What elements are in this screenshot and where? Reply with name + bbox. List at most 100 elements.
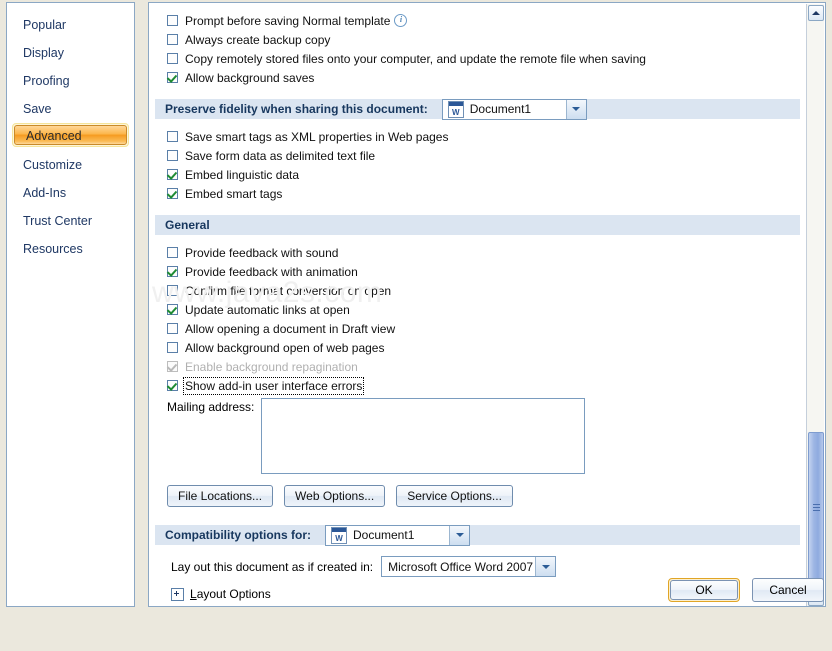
checkbox-label: Provide feedback with sound: [185, 245, 339, 260]
preserve-fidelity-label: Preserve fidelity when sharing this docu…: [165, 102, 428, 116]
compatibility-document-value: Document1: [353, 528, 415, 542]
checkbox-label: Save form data as delimited text file: [185, 148, 376, 163]
compatibility-document-combo[interactable]: Document1: [325, 524, 470, 546]
checkbox-row[interactable]: Embed linguistic data: [149, 165, 806, 184]
chevron-down-icon[interactable]: [449, 525, 469, 545]
mailing-address-label: Mailing address:: [167, 400, 255, 414]
info-icon[interactable]: i: [394, 14, 408, 27]
layout-options-label: Layout Options: [190, 587, 271, 601]
checkbox-icon[interactable]: [167, 266, 178, 277]
checkbox-label: Confirm file format conversion on open: [185, 283, 392, 298]
service-options-button[interactable]: Service Options...: [396, 485, 513, 507]
sidebar-item-proofing[interactable]: Proofing: [7, 67, 134, 95]
sidebar-item-label: Save: [23, 102, 52, 116]
checkbox-icon[interactable]: [167, 380, 178, 391]
checkbox-row[interactable]: Save form data as delimited text file: [149, 146, 806, 165]
checkbox-row[interactable]: Show add-in user interface errors: [149, 376, 806, 395]
chevron-down-icon[interactable]: [535, 557, 556, 576]
checkbox-icon[interactable]: [167, 53, 178, 64]
web-options-button[interactable]: Web Options...: [284, 485, 386, 507]
plus-expander-icon[interactable]: [171, 587, 184, 601]
sidebar-selection-highlight: Advanced: [12, 123, 129, 147]
checkbox-label: Allow background saves: [185, 70, 315, 85]
checkbox-row[interactable]: Confirm file format conversion on open: [149, 281, 806, 300]
sidebar-item-label: Add-Ins: [23, 186, 67, 200]
word-options-dialog: { "sidebar": { "items": [ { "label": "Po…: [0, 0, 832, 651]
preserve-fidelity-document-combo[interactable]: Document1: [441, 98, 587, 120]
checkbox-row[interactable]: Save smart tags as XML properties in Web…: [149, 127, 806, 146]
sidebar-item-popular[interactable]: Popular: [7, 11, 134, 39]
options-category-list[interactable]: Popular Display Proofing Save Advanced Custom…: [6, 2, 135, 607]
checkbox-icon[interactable]: [167, 169, 178, 180]
general-label: General: [165, 218, 210, 232]
layout-compatibility-value: Microsoft Office Word 2007: [388, 559, 534, 574]
checkbox-label: Prompt before saving Normal template: [185, 13, 391, 28]
checkbox-row[interactable]: Enable background repagination: [149, 357, 806, 376]
checkbox-row[interactable]: Embed smart tags: [149, 184, 806, 203]
checkbox-row[interactable]: Provide feedback with sound: [149, 243, 806, 262]
chevron-down-icon[interactable]: [565, 99, 586, 119]
save-options-group: Prompt before saving Normal template i Alw…: [149, 11, 806, 87]
layout-compatibility-label: Lay out this document as if created in:: [171, 559, 374, 574]
checkbox-row[interactable]: Allow background saves: [149, 68, 806, 87]
layout-compatibility-combo[interactable]: Microsoft Office Word 2007: [381, 556, 557, 577]
sidebar-item-label: Proofing: [23, 74, 70, 88]
checkbox-row[interactable]: Update automatic links at open: [149, 300, 806, 319]
general-buttons-row: File Locations... Web Options... Service O…: [149, 485, 806, 507]
ok-button-glow: OK: [668, 578, 740, 602]
ok-button[interactable]: OK: [670, 580, 738, 600]
checkbox-row[interactable]: Allow opening a document in Draft view: [149, 319, 806, 338]
checkbox-label: Embed linguistic data: [185, 167, 300, 182]
layout-options-text: ayout Options: [196, 587, 271, 601]
checkbox-row[interactable]: Provide feedback with animation: [149, 262, 806, 281]
checkbox-icon[interactable]: [167, 34, 178, 45]
sidebar-item-label: Display: [23, 46, 64, 60]
checkbox-icon[interactable]: [167, 72, 178, 83]
checkbox-row[interactable]: Prompt before saving Normal template i: [149, 11, 806, 30]
checkbox-row[interactable]: Allow background open of web pages: [149, 338, 806, 357]
sidebar-item-customize[interactable]: Customize: [7, 151, 134, 179]
checkbox-icon[interactable]: [167, 285, 178, 296]
content-scrollbar[interactable]: [806, 4, 824, 606]
checkbox-icon[interactable]: [167, 15, 178, 26]
checkbox-icon[interactable]: [167, 342, 178, 353]
sidebar-item-advanced[interactable]: Advanced: [7, 123, 134, 151]
checkbox-icon[interactable]: [167, 247, 178, 258]
checkbox-label: Copy remotely stored files onto your com…: [185, 51, 646, 66]
word-document-icon: [331, 526, 347, 544]
sidebar-item-label: Popular: [23, 18, 67, 32]
checkbox-label: Embed smart tags: [185, 186, 283, 201]
checkbox-icon[interactable]: [167, 304, 178, 315]
preserve-fidelity-options-group: Save smart tags as XML properties in Web…: [149, 127, 806, 203]
file-locations-button[interactable]: File Locations...: [167, 485, 274, 507]
checkbox-label: Update automatic links at open: [185, 302, 350, 317]
scrollbar-thumb[interactable]: [808, 432, 824, 584]
checkbox-label: Save smart tags as XML properties in Web…: [185, 129, 449, 144]
sidebar-item-add-ins[interactable]: Add-Ins: [7, 179, 134, 207]
checkbox-row[interactable]: Always create backup copy: [149, 30, 806, 49]
sidebar-item-resources[interactable]: Resources: [7, 235, 134, 263]
checkbox-row[interactable]: Copy remotely stored files onto your com…: [149, 49, 806, 68]
mailing-address-input[interactable]: [261, 398, 585, 474]
checkbox-label: Enable background repagination: [185, 359, 358, 374]
advanced-options-content: Prompt before saving Normal template i Alw…: [149, 3, 806, 606]
checkbox-icon[interactable]: [167, 131, 178, 142]
checkbox-icon[interactable]: [167, 150, 178, 161]
word-document-icon: [447, 100, 464, 118]
sidebar-item-display[interactable]: Display: [7, 39, 134, 67]
compatibility-label: Compatibility options for:: [165, 528, 311, 542]
sidebar-item-label: Trust Center: [23, 214, 93, 228]
checkbox-icon[interactable]: [167, 188, 178, 199]
sidebar-item-trust-center[interactable]: Trust Center: [7, 207, 134, 235]
sidebar-item-save[interactable]: Save: [7, 95, 134, 123]
scrollbar-grip-icon: [813, 504, 820, 512]
mailing-address-row: Mailing address:: [149, 398, 806, 474]
compatibility-band: Compatibility options for: Document1: [155, 524, 800, 546]
scroll-up-button[interactable]: [808, 5, 824, 21]
checkbox-icon[interactable]: [167, 323, 178, 334]
cancel-button[interactable]: Cancel: [752, 578, 824, 602]
advanced-options-panel: Prompt before saving Normal template i Alw…: [148, 2, 826, 607]
